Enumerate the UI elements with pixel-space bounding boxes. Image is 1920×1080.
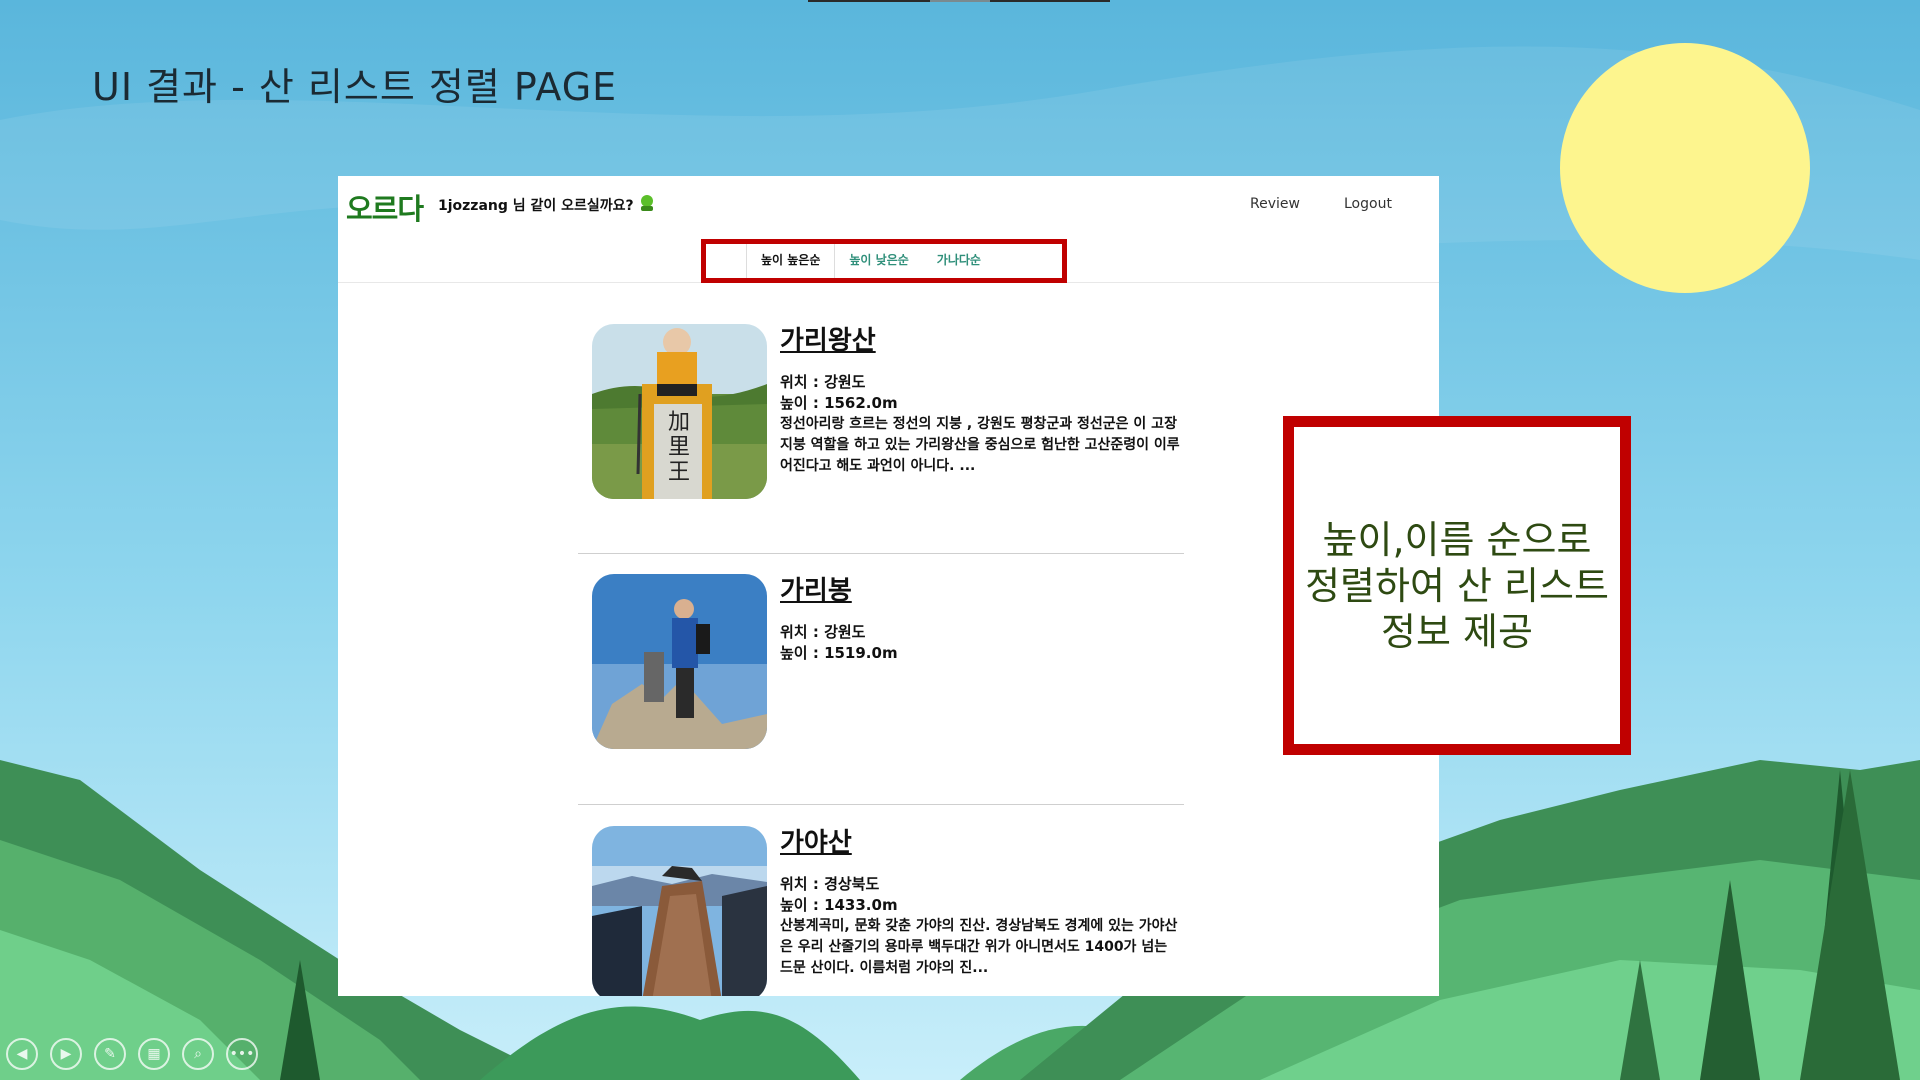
app-screenshot: 오르다 1jozzang 님 같이 오르실까요? Review Logout 높… [338, 176, 1439, 996]
slide-title: UI 결과 - 산 리스트 정렬 PAGE [92, 65, 618, 109]
mountain-photo[interactable] [592, 826, 767, 996]
mountain-name[interactable]: 가리봉 [780, 574, 1180, 608]
mountain-info: 가야산 위치 : 경상북도 높이 : 1433.0m 산봉계곡미, 문화 갖춘 … [780, 826, 1180, 979]
nav-logout-link[interactable]: Logout [1344, 196, 1392, 212]
pen-icon[interactable]: ✎ [94, 1038, 126, 1070]
sun-icon [1560, 43, 1810, 293]
mountain-photo[interactable]: 加 里 王 [592, 324, 767, 499]
greeting-text: 1jozzang 님 같이 오르실까요? [438, 198, 634, 214]
mountain-location: 위치 : 강원도 [780, 623, 866, 641]
list-divider [578, 804, 1184, 805]
next-icon[interactable]: ▶ [50, 1038, 82, 1070]
callout-box: 높이,이름 순으로 정렬하여 산 리스트 정보 제공 [1283, 416, 1631, 755]
callout-text: 높이,이름 순으로 정렬하여 산 리스트 정보 제공 [1305, 517, 1609, 654]
mountain-photo[interactable] [592, 574, 767, 749]
mountain-icon [638, 194, 656, 216]
mountain-info: 가리왕산 위치 : 강원도 높이 : 1562.0m 정선아리랑 흐르는 정선의… [780, 324, 1180, 477]
mountain-name[interactable]: 가리왕산 [780, 324, 1180, 358]
mountain-list-item[interactable]: 加 里 王 가리왕산 위치 : 강원도 높이 : 1562.0m 정선아리랑 흐… [578, 324, 1184, 574]
mountain-height: 높이 : 1433.0m [780, 896, 898, 914]
svg-text:加: 加 [668, 410, 690, 435]
previous-icon[interactable]: ◀ [6, 1038, 38, 1070]
app-header: 오르다 1jozzang 님 같이 오르실까요? Review Logout 높… [338, 176, 1439, 283]
mountain-name[interactable]: 가야산 [780, 826, 1180, 860]
nav-review-link[interactable]: Review [1250, 196, 1300, 212]
sort-highlight-box [701, 239, 1067, 283]
slides-grid-icon[interactable]: ▦ [138, 1038, 170, 1070]
mountain-info: 가리봉 위치 : 강원도 높이 : 1519.0m [780, 574, 1180, 664]
zoom-icon[interactable]: ⌕ [182, 1038, 214, 1070]
svg-text:王: 王 [668, 460, 690, 485]
mountain-list-item[interactable]: 가야산 위치 : 경상북도 높이 : 1433.0m 산봉계곡미, 문화 갖춘 … [578, 826, 1184, 996]
list-divider [578, 553, 1184, 554]
presentation-slide: UI 결과 - 산 리스트 정렬 PAGE 오르다 1jozzang 님 같이 … [0, 0, 1920, 1080]
greeting: 1jozzang 님 같이 오르실까요? [438, 194, 656, 216]
top-edge-bar-segment [930, 0, 990, 2]
app-logo[interactable]: 오르다 [346, 186, 424, 228]
svg-text:里: 里 [668, 435, 690, 460]
mountain-description: 산봉계곡미, 문화 갖춘 가야의 진산. 경상남북도 경계에 있는 가야산은 우… [780, 918, 1178, 976]
mountain-height: 높이 : 1519.0m [780, 644, 898, 662]
mountain-location: 위치 : 강원도 [780, 373, 866, 391]
mountain-height: 높이 : 1562.0m [780, 394, 898, 412]
mountain-location: 위치 : 경상북도 [780, 875, 880, 893]
more-icon[interactable]: ••• [226, 1038, 258, 1070]
mountain-list-item[interactable]: 가리봉 위치 : 강원도 높이 : 1519.0m [578, 574, 1184, 824]
presenter-controls: ◀ ▶ ✎ ▦ ⌕ ••• [6, 1038, 258, 1070]
mountain-description: 정선아리랑 흐르는 정선의 지붕 , 강원도 평창군과 정선군은 이 고장 지붕… [780, 416, 1180, 474]
